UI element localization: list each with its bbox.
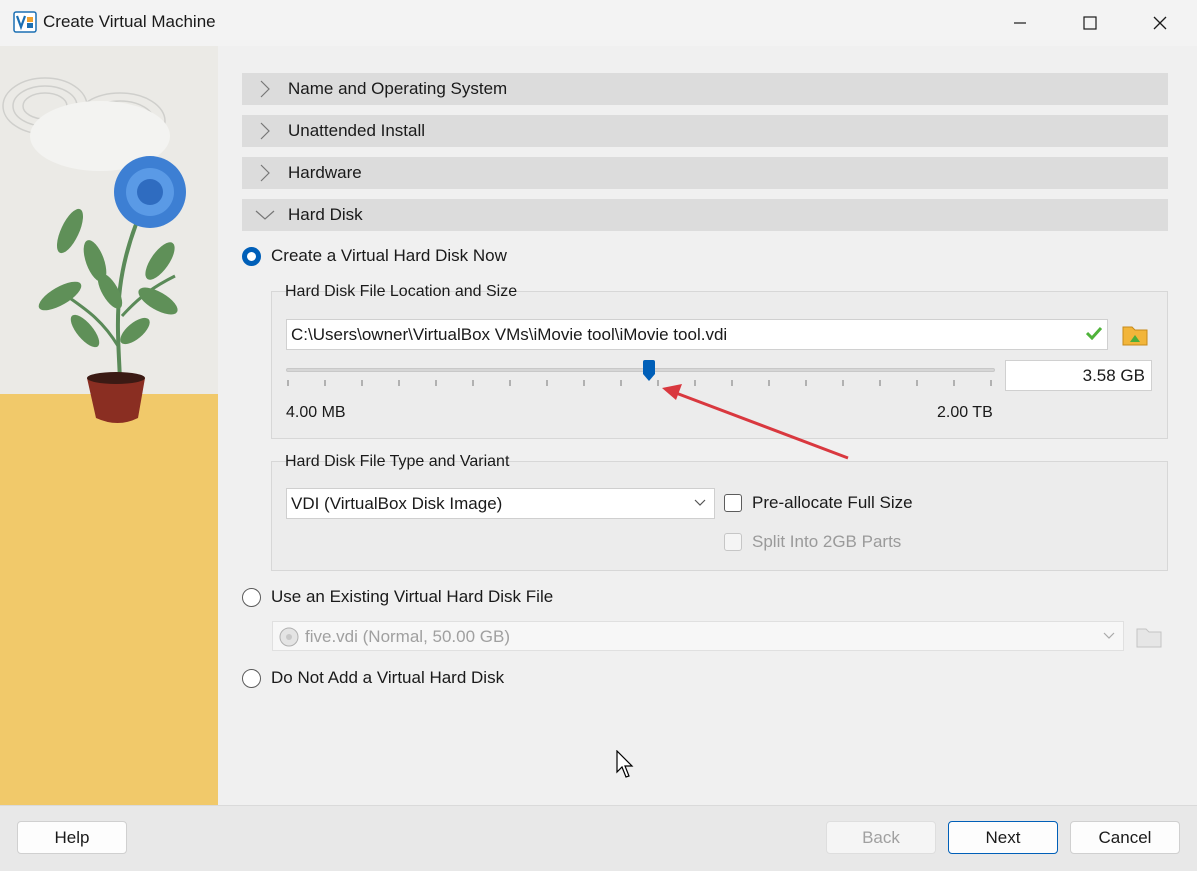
preallocate-checkbox[interactable] <box>724 494 742 512</box>
radio-create-label: Create a Virtual Hard Disk Now <box>271 246 507 265</box>
preallocate-checkbox-row[interactable]: Pre-allocate Full Size <box>724 493 913 513</box>
type-group-title: Hard Disk File Type and Variant <box>285 453 510 470</box>
chevron-down-icon <box>255 210 275 220</box>
section-label: Unattended Install <box>288 121 426 140</box>
split-checkbox-row: Split Into 2GB Parts <box>724 532 901 552</box>
radio-no-disk-label: Do Not Add a Virtual Hard Disk <box>271 668 505 687</box>
section-name-os[interactable]: Name and Operating System <box>242 73 1168 105</box>
chevron-right-icon <box>260 164 270 182</box>
radio-no-disk[interactable]: Do Not Add a Virtual Hard Disk <box>242 668 504 688</box>
choose-location-button[interactable] <box>1121 320 1149 348</box>
disk-type-selected: VDI (VirtualBox Disk Image) <box>291 494 503 513</box>
close-icon <box>1153 16 1167 30</box>
mouse-cursor-icon <box>616 750 634 778</box>
section-hardware[interactable]: Hardware <box>242 157 1168 189</box>
chevron-down-icon <box>694 499 706 506</box>
main-content: Name and Operating System Unattended Ins… <box>218 46 1197 805</box>
split-label: Split Into 2GB Parts <box>752 532 902 551</box>
radio-existing-label: Use an Existing Virtual Hard Disk File <box>271 587 554 606</box>
hard-disk-icon <box>279 627 299 647</box>
wizard-footer: Help Back Next Cancel <box>0 805 1197 871</box>
folder-icon <box>1136 628 1162 648</box>
chevron-right-icon <box>260 80 270 98</box>
radio-existing-disk[interactable]: Use an Existing Virtual Hard Disk File <box>242 587 553 607</box>
wizard-illustration <box>0 46 218 805</box>
chevron-down-icon <box>1103 632 1115 639</box>
section-label: Hard Disk <box>288 205 363 224</box>
choose-existing-disk-button <box>1135 622 1163 650</box>
minimize-button[interactable] <box>985 0 1055 46</box>
section-label: Name and Operating System <box>288 79 508 98</box>
close-button[interactable] <box>1125 0 1195 46</box>
maximize-button[interactable] <box>1055 0 1125 46</box>
maximize-icon <box>1083 16 1097 30</box>
radio-button[interactable] <box>242 668 261 688</box>
back-button: Back <box>826 821 936 854</box>
min-size-label: 4.00 MB <box>286 404 346 421</box>
section-label: Hardware <box>288 163 362 182</box>
annotation-arrow <box>662 384 849 460</box>
minimize-icon <box>1014 22 1026 24</box>
size-input[interactable]: 3.58 GB <box>1005 360 1152 391</box>
radio-button-checked[interactable] <box>242 246 261 266</box>
chevron-right-icon <box>260 122 270 140</box>
radio-button[interactable] <box>242 587 261 607</box>
virtualbox-app-icon <box>13 11 37 33</box>
preallocate-label: Pre-allocate Full Size <box>752 493 913 512</box>
existing-disk-select: five.vdi (Normal, 50.00 GB) <box>272 621 1124 651</box>
existing-disk-value: five.vdi (Normal, 50.00 GB) <box>305 627 511 646</box>
title-bar: Create Virtual Machine <box>0 0 1197 46</box>
flower-pot-illustration <box>0 46 218 805</box>
cancel-button[interactable]: Cancel <box>1070 821 1180 854</box>
disk-type-select[interactable]: VDI (VirtualBox Disk Image) <box>286 488 715 519</box>
folder-icon <box>1122 326 1148 346</box>
section-hard-disk[interactable]: Hard Disk <box>242 199 1168 231</box>
valid-check-icon <box>1086 326 1102 340</box>
next-button[interactable]: Next <box>948 821 1058 854</box>
window-title: Create Virtual Machine <box>43 12 216 31</box>
radio-create-disk[interactable]: Create a Virtual Hard Disk Now <box>242 246 507 266</box>
split-checkbox <box>724 533 742 551</box>
section-unattended-install[interactable]: Unattended Install <box>242 115 1168 147</box>
location-group-title: Hard Disk File Location and Size <box>285 283 518 300</box>
max-size-label: 2.00 TB <box>937 404 993 421</box>
help-button[interactable]: Help <box>17 821 127 854</box>
file-path-input[interactable]: C:\Users\owner\VirtualBox VMs\iMovie too… <box>286 319 1108 350</box>
